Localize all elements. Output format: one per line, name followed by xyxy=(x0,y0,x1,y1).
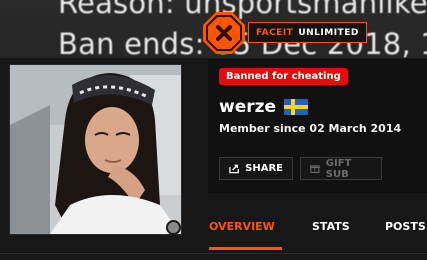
ban-status-badge: Banned for cheating xyxy=(219,68,348,85)
nav-divider xyxy=(0,253,427,254)
faceit-unlimited-badge: FACEIT UNLIMITED xyxy=(248,22,367,43)
tab-stats[interactable]: STATS xyxy=(312,220,350,233)
member-since: Member since 02 March 2014 xyxy=(219,122,402,135)
presence-status-icon xyxy=(166,220,181,235)
share-label: SHARE xyxy=(245,163,283,174)
tab-posts[interactable]: POSTS xyxy=(385,220,426,233)
gift-sub-label: GIFT SUB xyxy=(325,157,352,180)
username: werze xyxy=(219,97,277,117)
gift-icon xyxy=(310,165,320,174)
tab-overview[interactable]: OVERVIEW xyxy=(209,220,275,233)
share-button[interactable]: SHARE xyxy=(219,157,293,180)
gift-sub-button[interactable]: GIFT SUB xyxy=(300,157,382,180)
avatar[interactable] xyxy=(9,64,182,235)
faceit-logo-icon xyxy=(203,12,245,54)
badge-brand: FACEIT xyxy=(256,27,294,38)
sweden-flag-icon xyxy=(284,99,308,115)
share-icon xyxy=(229,164,239,174)
badge-tier: UNLIMITED xyxy=(298,27,359,38)
active-tab-indicator xyxy=(209,247,282,250)
